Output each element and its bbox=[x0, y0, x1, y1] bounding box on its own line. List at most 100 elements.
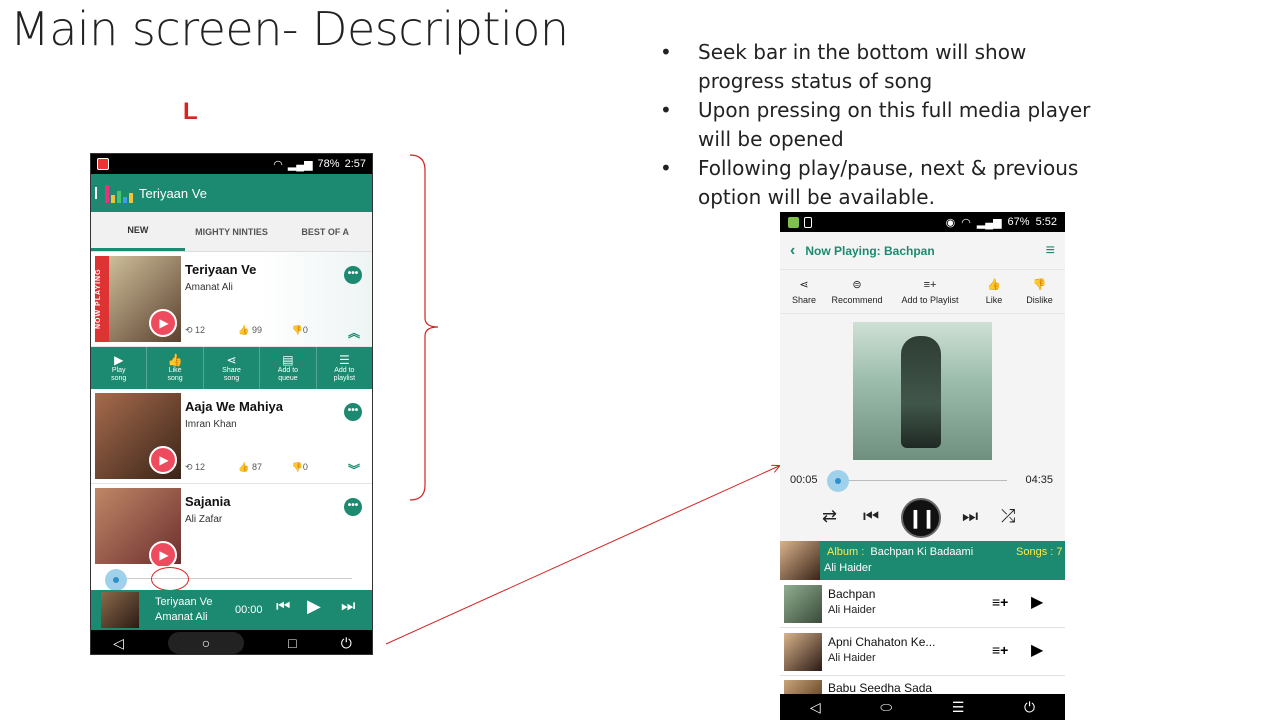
song-card[interactable]: ▶ Aaja We Mahiya Imran Khan ••• ⟲ 12 👍 8… bbox=[91, 389, 372, 484]
back-icon[interactable]: ◁ bbox=[113, 635, 124, 652]
mini-player-title: Teriyaan Ve bbox=[155, 596, 213, 608]
previous-icon[interactable]: ⏮ bbox=[276, 598, 290, 616]
signal-icon: ▂▄▆ bbox=[976, 216, 1002, 229]
chevron-up-icon[interactable]: ︽ bbox=[348, 324, 360, 341]
play-icon[interactable]: ▶ bbox=[149, 309, 177, 337]
status-bar: ◠ ▂▄▆ 78% 2:57 bbox=[91, 154, 372, 174]
share-icon: ⋖ bbox=[799, 279, 809, 291]
annotation-ellipse bbox=[151, 567, 189, 591]
mini-seek-bar[interactable] bbox=[91, 566, 372, 591]
track-artist: Ali Haider bbox=[828, 604, 876, 616]
home-icon[interactable]: ⬭ bbox=[880, 699, 892, 716]
play-icon: ▶ bbox=[114, 353, 124, 367]
queue-clear-icon[interactable]: ≡ bbox=[1046, 242, 1055, 260]
seek-thumb[interactable] bbox=[105, 569, 127, 591]
play-icon[interactable]: ▶ bbox=[149, 541, 177, 569]
back-chevron-icon[interactable]: ‹ bbox=[790, 242, 795, 260]
like-song-button[interactable]: 👍 Like song bbox=[147, 347, 204, 389]
dislikes-value: 0 bbox=[302, 325, 308, 335]
thumbs-up-icon: 👍 bbox=[238, 325, 253, 335]
main-screen-phone: ◠ ▂▄▆ 78% 2:57 Teriyaan Ve NEW MIGHTY NI… bbox=[90, 153, 373, 655]
battery-percent: 78% bbox=[317, 158, 340, 170]
menu-icon[interactable]: ☰ bbox=[952, 699, 965, 716]
bullet-item: Seek bar in the bottom will show progres… bbox=[660, 38, 1100, 96]
annotation-bracket bbox=[409, 154, 439, 501]
album-art-figure bbox=[901, 336, 941, 448]
tab-mighty-ninties[interactable]: MIGHTY NINTIES bbox=[185, 212, 279, 251]
add-queue-label-2: queue bbox=[278, 375, 298, 382]
track-row[interactable]: Babu Seedha Sada bbox=[780, 676, 1065, 696]
plays-value: 12 bbox=[195, 325, 206, 335]
nfc-icon: ◉ bbox=[945, 216, 956, 229]
play-song-button[interactable]: ▶ Play song bbox=[91, 347, 148, 389]
song-artist: Ali Zafar bbox=[185, 514, 223, 525]
play-icon[interactable]: ▶ bbox=[307, 596, 321, 617]
add-to-playlist-label: Add to Playlist bbox=[901, 294, 959, 305]
total-duration: 04:35 bbox=[1025, 474, 1053, 486]
seek-track bbox=[838, 480, 1007, 481]
track-row[interactable]: Bachpan Ali Haider ≡+ ▶ bbox=[780, 580, 1065, 628]
songs-label: Songs : bbox=[1016, 546, 1054, 558]
annotation-arrow bbox=[385, 466, 779, 645]
next-icon[interactable]: ⏭ bbox=[962, 506, 978, 527]
song-card[interactable]: ▶ Sajania Ali Zafar ••• bbox=[91, 484, 372, 569]
add-to-queue-icon[interactable]: ≡+ bbox=[992, 594, 1008, 610]
menu-icon[interactable] bbox=[95, 187, 101, 199]
album-name: Bachpan Ki Badaami bbox=[870, 546, 974, 558]
share-song-label-1: Share bbox=[222, 367, 241, 374]
share-button[interactable]: ⋖ Share bbox=[780, 270, 828, 313]
pause-button[interactable]: ❙❙ bbox=[901, 498, 941, 538]
shuffle-icon[interactable]: ⤮ bbox=[1001, 506, 1015, 527]
play-song-label-2: song bbox=[111, 375, 127, 382]
more-options-icon[interactable]: ••• bbox=[344, 498, 362, 516]
back-icon[interactable]: ◁ bbox=[810, 699, 821, 716]
android-nav-bar: ◁ ○ □ ⏻ bbox=[91, 630, 372, 654]
thumbs-up-icon: 👍 bbox=[238, 462, 253, 472]
add-to-playlist-button[interactable]: ☰ Add to playlist bbox=[317, 347, 372, 389]
songs-count-line: Songs : 7 bbox=[1016, 546, 1063, 558]
player-header: ‹ Now Playing: Bachpan ≡ bbox=[780, 232, 1065, 270]
previous-icon[interactable]: ⏮ bbox=[863, 506, 879, 527]
marker-letter: L bbox=[183, 98, 198, 125]
mini-player[interactable]: Teriyaan Ve Amanat Ali 00:00 ⏮ ▶ ⏭ bbox=[91, 590, 372, 630]
likes-count: 👍 87 bbox=[238, 462, 291, 473]
song-artist: Imran Khan bbox=[185, 419, 237, 430]
play-icon[interactable]: ▶ bbox=[1031, 592, 1043, 612]
play-song-label-1: Play bbox=[111, 367, 126, 374]
more-options-icon[interactable]: ••• bbox=[344, 403, 362, 421]
seek-thumb[interactable] bbox=[827, 470, 849, 492]
track-row[interactable]: Apni Chahaton Ke... Ali Haider ≡+ ▶ bbox=[780, 628, 1065, 676]
home-icon[interactable]: ○ bbox=[168, 632, 245, 654]
recommend-button[interactable]: ⊜ Recommend bbox=[828, 270, 886, 313]
tab-best-of[interactable]: BEST OF A bbox=[278, 212, 372, 251]
dislikes-count: 👎0 bbox=[292, 325, 345, 336]
player-seek-bar[interactable]: 00:05 04:35 bbox=[780, 470, 1065, 492]
mini-player-thumbnail bbox=[101, 592, 139, 628]
track-artist: Ali Haider bbox=[828, 652, 876, 664]
song-card[interactable]: NOW PLAYING ▶ Teriyaan Ve Amanat Ali •••… bbox=[91, 252, 372, 347]
tab-new[interactable]: NEW bbox=[91, 212, 185, 251]
power-icon[interactable]: ⏻ bbox=[341, 635, 352, 652]
playlist-add-icon: ≡+ bbox=[923, 278, 937, 291]
add-to-playlist-button[interactable]: ≡+ Add to Playlist bbox=[886, 270, 974, 313]
chevron-down-icon[interactable]: ︾ bbox=[348, 461, 360, 478]
add-to-queue-button[interactable]: ▤ Add to queue bbox=[260, 347, 317, 389]
song-title: Sajania bbox=[185, 494, 231, 509]
more-options-icon[interactable]: ••• bbox=[344, 266, 362, 284]
replay-icon: ⟲ bbox=[185, 325, 196, 335]
play-icon[interactable]: ▶ bbox=[1031, 640, 1043, 660]
share-song-button[interactable]: ⋖ Share song bbox=[204, 347, 261, 389]
like-button[interactable]: 👍 Like bbox=[974, 270, 1014, 313]
next-icon[interactable]: ⏭ bbox=[341, 598, 355, 616]
status-time: 5:52 bbox=[1035, 215, 1057, 228]
play-icon[interactable]: ▶ bbox=[149, 446, 177, 474]
add-playlist-label-1: Add to bbox=[334, 367, 355, 374]
album-info-bar: Album : Bachpan Ki Badaami Ali Haider So… bbox=[780, 541, 1065, 580]
add-queue-label-1: Add to bbox=[277, 367, 299, 374]
add-to-queue-icon[interactable]: ≡+ bbox=[992, 642, 1008, 658]
likes-value: 99 bbox=[252, 325, 263, 335]
dislike-button[interactable]: 👎 Dislike bbox=[1014, 270, 1065, 313]
recents-icon[interactable]: □ bbox=[288, 635, 296, 651]
power-icon[interactable]: ⏻ bbox=[1024, 699, 1035, 716]
repeat-icon[interactable]: ⇄ bbox=[822, 506, 837, 527]
